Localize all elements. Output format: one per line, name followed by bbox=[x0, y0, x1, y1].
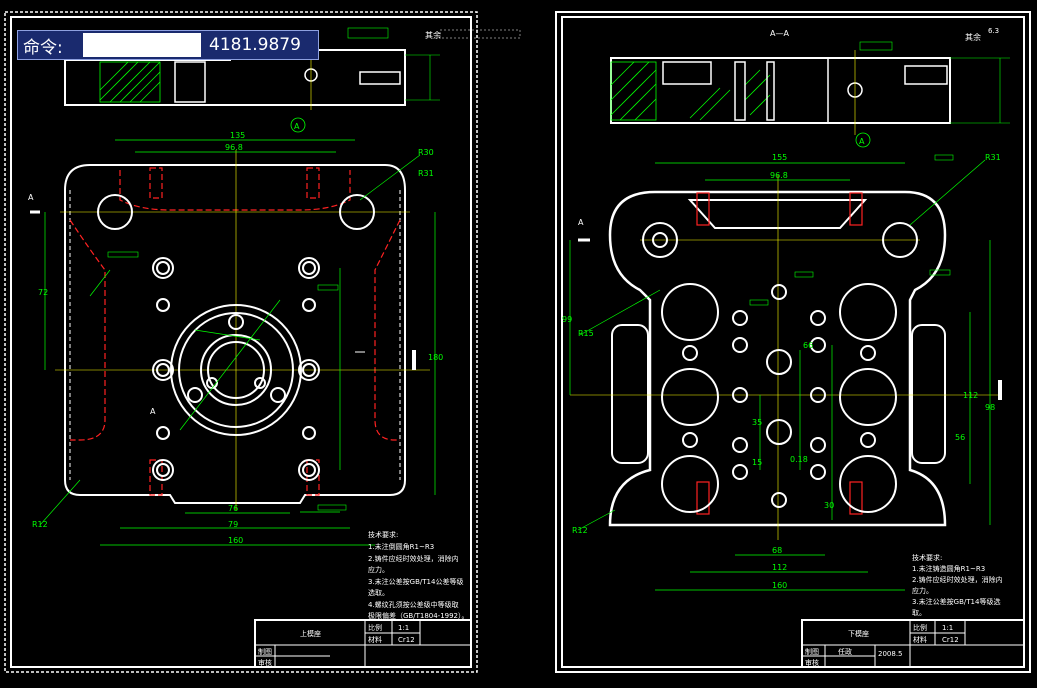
title-material-label-upper: 材料 bbox=[368, 635, 382, 644]
dim-lower-5: 112 bbox=[772, 563, 787, 572]
lower-plan-view: 155 96.8 R31 R15 R12 112 160 68 56 66 35… bbox=[562, 153, 1002, 591]
note-upper-5: 选取。 bbox=[368, 588, 389, 597]
dim-upper-4: R12 bbox=[32, 520, 48, 529]
command-input[interactable] bbox=[83, 33, 201, 57]
dim-lower-0: 155 bbox=[772, 153, 787, 162]
title-material-value-upper: Cr12 bbox=[398, 636, 415, 644]
title-drawer-name-lower: 任政 bbox=[838, 647, 852, 656]
dim-upper-2: R31 bbox=[418, 169, 434, 178]
dim-upper-7: 72 bbox=[38, 288, 48, 297]
dim-lower-7: 68 bbox=[772, 546, 782, 555]
note-upper-3: 应力。 bbox=[368, 565, 389, 574]
dim-lower-11: 15 bbox=[752, 458, 762, 467]
upper-title-block bbox=[254, 619, 472, 668]
note-upper-6: 4.螺纹孔须按公差级中等级取 bbox=[368, 600, 459, 609]
command-value-readout: 4181.9879 bbox=[209, 35, 301, 55]
dim-upper-1: 96.8 bbox=[225, 143, 243, 152]
dim-lower-9: 66 bbox=[803, 341, 813, 350]
roughness-value-lower: 6.3 bbox=[988, 27, 999, 35]
dim-lower-15: 98 bbox=[985, 403, 995, 412]
section-marker-lower: A bbox=[578, 218, 584, 227]
note-upper-7: 极限偏差（GB/T1804-1992）。 bbox=[368, 611, 469, 620]
title-scale-label-lower: 比例 bbox=[913, 623, 927, 632]
view-marker-lower: A bbox=[859, 137, 865, 146]
title-date-lower: 2008.5 bbox=[878, 650, 903, 658]
dim-upper-5: 76 bbox=[228, 504, 238, 513]
title-part-name-lower: 下模座 bbox=[848, 629, 869, 638]
title-drawn-label-upper: 制图 bbox=[258, 647, 272, 656]
dim-lower-2: R31 bbox=[985, 153, 1001, 162]
note-upper-0: 技术要求: bbox=[368, 530, 398, 539]
dim-lower-12: 0.18 bbox=[790, 455, 808, 464]
title-material-value-lower: Cr12 bbox=[942, 636, 959, 644]
title-checked-label-upper: 审核 bbox=[258, 658, 272, 667]
lower-die-sheet: A A—A 其余 6.3 155 96.8 R31 R15 R12 112 16… bbox=[555, 11, 1031, 673]
title-scale-value-upper: 1:1 bbox=[398, 624, 409, 632]
dim-upper-0: 135 bbox=[230, 131, 245, 140]
note-upper-1: 1.未注倒圆角R1~R3 bbox=[368, 542, 434, 551]
note-lower-0: 技术要求: bbox=[912, 553, 942, 562]
sheet-border-right bbox=[555, 11, 1031, 673]
roughness-label-upper: 其余 bbox=[425, 30, 441, 40]
note-lower-1: 1.未注铸造圆角R1~R3 bbox=[912, 564, 985, 573]
section-marker-upper: A bbox=[28, 193, 34, 202]
dim-lower-10: 35 bbox=[752, 418, 762, 427]
dim-upper-3: R30 bbox=[418, 148, 434, 157]
dim-lower-3: R15 bbox=[578, 329, 594, 338]
note-lower-3: 应力。 bbox=[912, 586, 933, 595]
note-lower-2: 2.铸件应经时效处理，消除内 bbox=[912, 575, 1003, 584]
note-lower-4: 3.未注公差按GB/T14等级选 bbox=[912, 597, 1000, 606]
upper-die-sheet: A 其余 135 96.8 R31 R30 R12 76 79 72 180 1… bbox=[4, 11, 521, 673]
title-scale-label-upper: 比例 bbox=[368, 623, 382, 632]
dim-lower-16: 112 bbox=[963, 391, 978, 400]
title-part-name-upper: 上模座 bbox=[300, 629, 321, 638]
dim-lower-13: 30 bbox=[824, 501, 834, 510]
section-marker-upper-2: A bbox=[150, 407, 156, 416]
dim-lower-6: 160 bbox=[772, 581, 787, 590]
upper-plan-view: 135 96.8 R31 R30 R12 76 79 72 180 160 A … bbox=[28, 131, 443, 546]
view-marker-upper: A bbox=[294, 122, 300, 131]
title-material-label-lower: 材料 bbox=[913, 635, 927, 644]
command-line-tooltip[interactable]: 命令: 4181.9879 bbox=[17, 30, 319, 60]
dim-upper-8: 180 bbox=[428, 353, 443, 362]
title-scale-value-lower: 1:1 bbox=[942, 624, 953, 632]
dim-lower-8: 56 bbox=[955, 433, 965, 442]
dim-upper-6: 79 bbox=[228, 520, 238, 529]
note-lower-5: 取。 bbox=[912, 609, 926, 617]
roughness-label-lower: 其余 bbox=[965, 32, 981, 42]
title-drawn-label-lower: 制图 bbox=[805, 647, 819, 656]
dim-lower-14: 99 bbox=[562, 315, 572, 324]
dim-upper-9: 160 bbox=[228, 536, 243, 545]
lower-notes: 技术要求: 1.未注铸造圆角R1~R3 2.铸件应经时效处理，消除内 应力。 3… bbox=[912, 553, 1003, 617]
cad-drawing-canvas[interactable]: A 其余 135 96.8 R31 R30 R12 76 79 72 180 1… bbox=[0, 0, 1037, 688]
dim-lower-4: R12 bbox=[572, 526, 588, 535]
title-checked-label-lower: 审核 bbox=[805, 658, 819, 667]
command-prompt-label: 命令: bbox=[23, 37, 63, 58]
lower-section-view: A A—A 其余 6.3 bbox=[610, 27, 1010, 148]
dim-lower-1: 96.8 bbox=[770, 171, 788, 180]
note-upper-2: 2.铸件应经时效处理，消除内 bbox=[368, 554, 459, 563]
section-label-lower: A—A bbox=[770, 29, 789, 38]
note-upper-4: 3.未注公差按GB/T14公差等级 bbox=[368, 577, 463, 586]
upper-notes: 技术要求: 1.未注倒圆角R1~R3 2.铸件应经时效处理，消除内 应力。 3.… bbox=[368, 530, 469, 620]
